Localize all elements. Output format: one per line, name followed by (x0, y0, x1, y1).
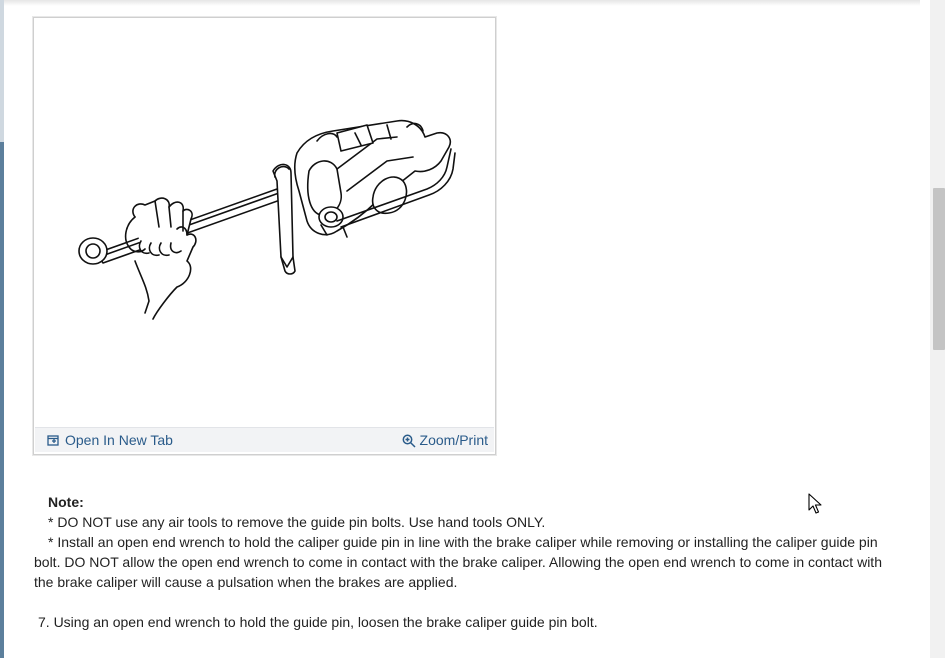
new-tab-icon (47, 434, 60, 447)
step-7: 7. Using an open end wrench to hold the … (38, 614, 598, 630)
left-edge-strip (0, 0, 4, 658)
brake-caliper-illustration[interactable] (37, 21, 492, 425)
procedure-text: Note: * DO NOT use any air tools to remo… (34, 492, 902, 632)
note-title: Note: (48, 494, 84, 510)
open-in-new-tab-link[interactable]: Open In New Tab (47, 432, 173, 448)
mouse-pointer-icon (808, 493, 822, 515)
top-shadow (0, 0, 920, 6)
note-bullet-air-tools: * DO NOT use any air tools to remove the… (48, 514, 546, 530)
magnifier-icon (402, 434, 416, 448)
note-bullet-open-end-wrench: * Install an open end wrench to hold the… (34, 534, 882, 590)
zoom-print-label: Zoom/Print (419, 432, 488, 448)
open-in-new-tab-label: Open In New Tab (65, 432, 173, 448)
zoom-print-link[interactable]: Zoom/Print (402, 432, 488, 448)
figure-frame: Open In New Tab Zoom/Print (33, 17, 496, 455)
vertical-scrollbar-thumb[interactable] (933, 188, 945, 350)
figure-toolbar: Open In New Tab Zoom/Print (35, 427, 494, 452)
